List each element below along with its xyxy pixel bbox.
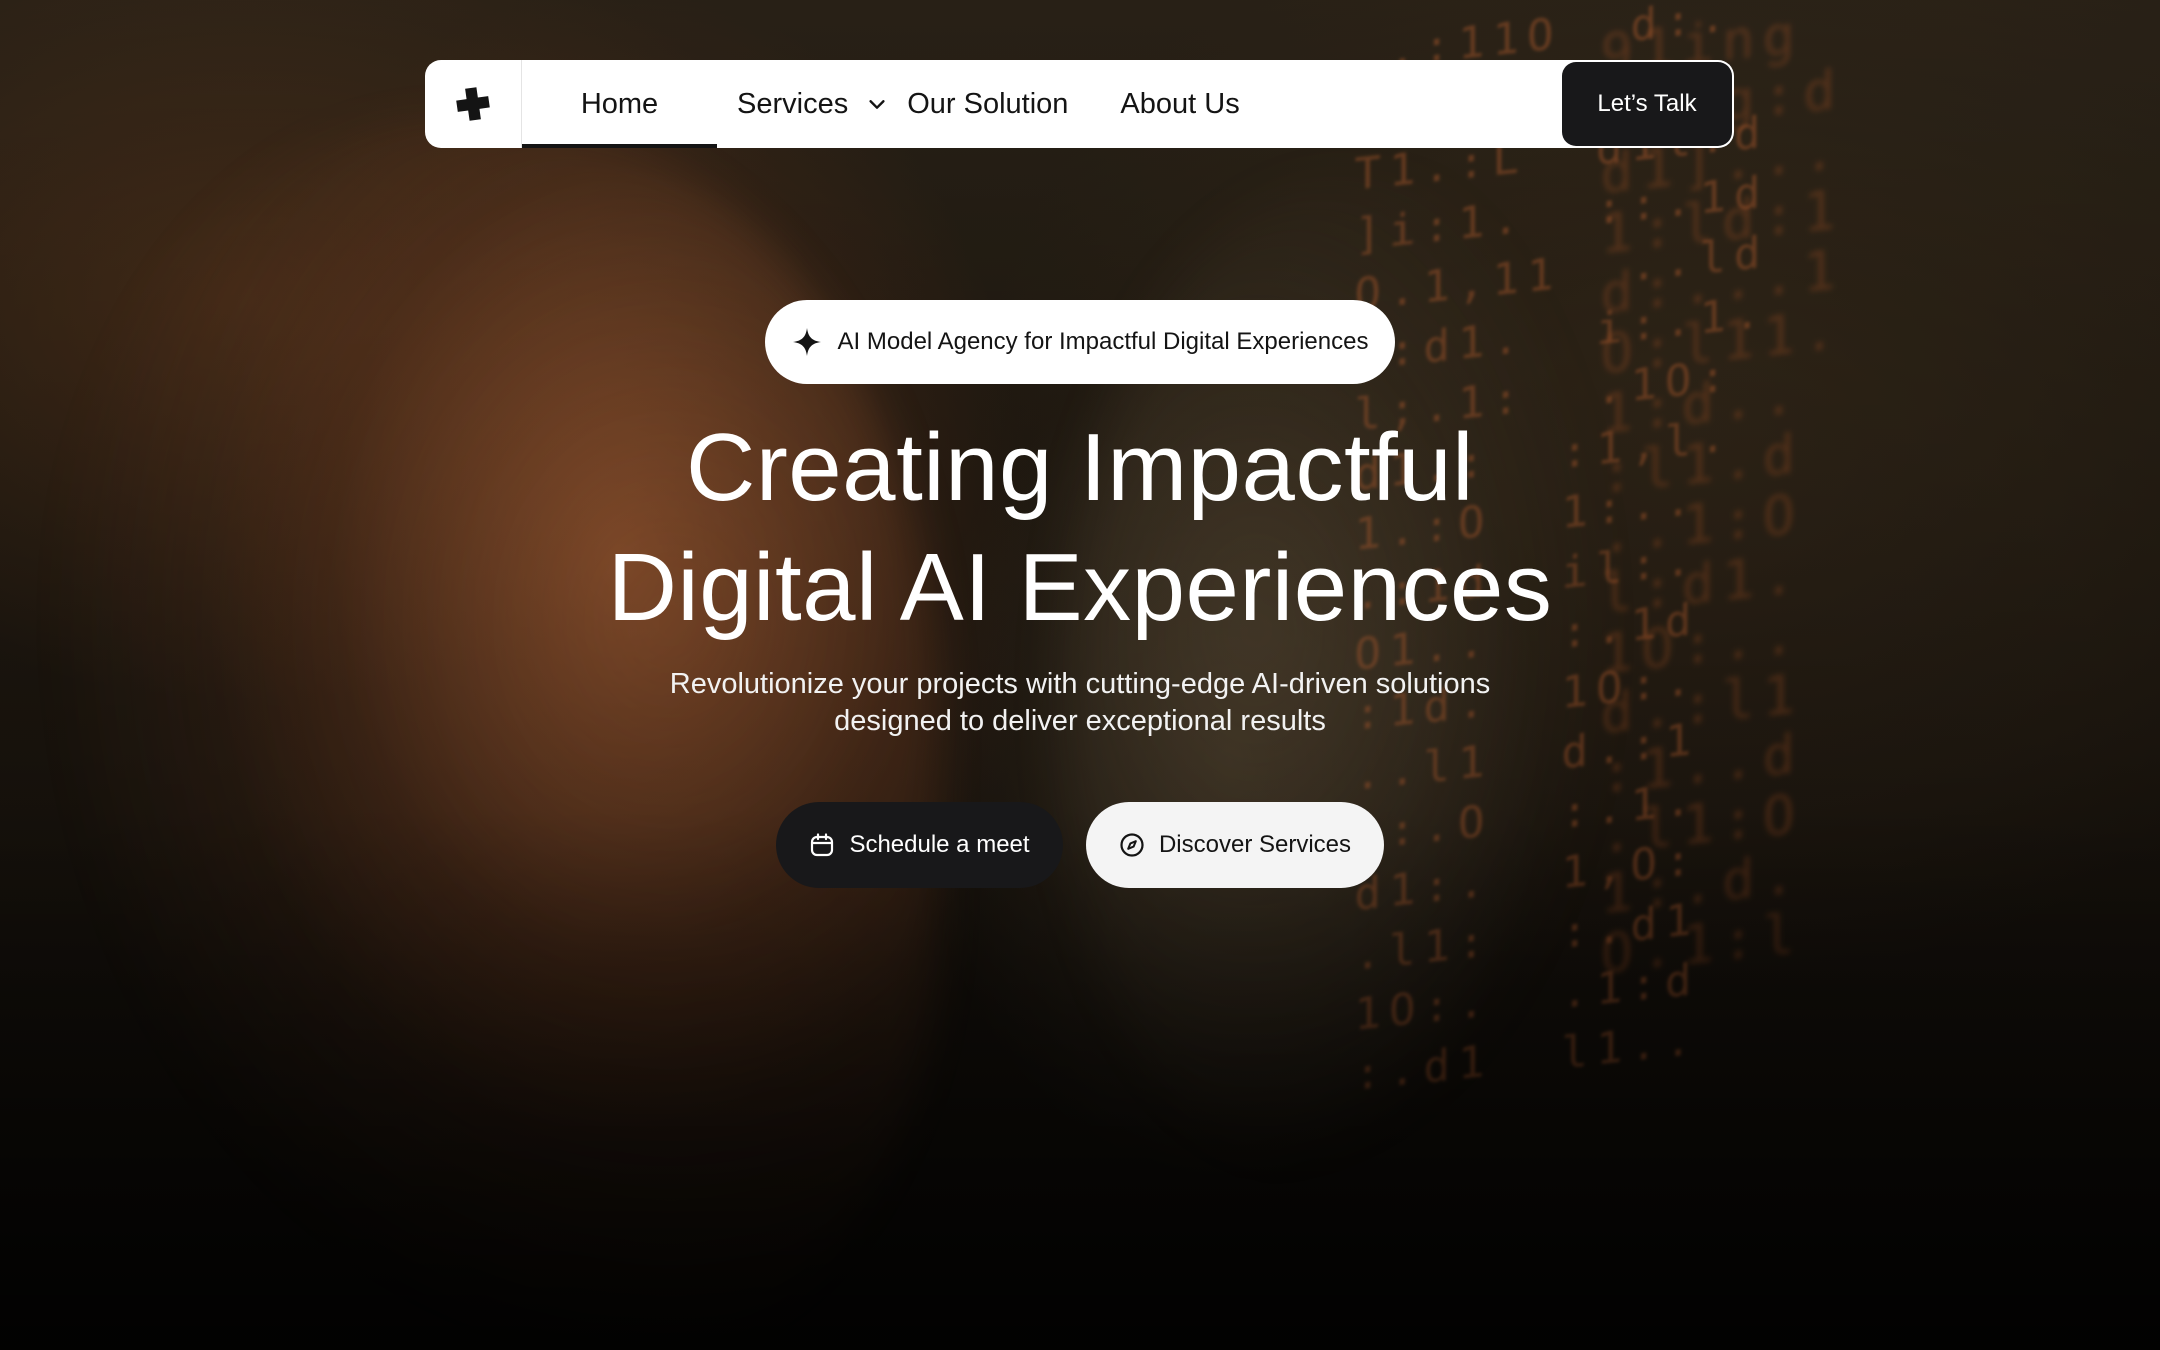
hero-headline: Creating Impactful Digital AI Experience… (380, 408, 1780, 648)
hero-badge: AI Model Agency for Impactful Digital Ex… (765, 300, 1395, 384)
nav-item-our-solution-label: Our Solution (907, 87, 1069, 120)
hero-headline-line-1: Creating Impactful (685, 414, 1474, 521)
plus-logo-icon (456, 87, 490, 121)
nav-item-home[interactable]: Home (522, 60, 717, 148)
compass-icon (1120, 833, 1144, 857)
nav-item-our-solution[interactable]: Our Solution (907, 60, 1068, 148)
nav-item-home-label: Home (580, 87, 659, 120)
discover-services-label: Discover Services (1158, 831, 1352, 858)
logo[interactable] (425, 60, 522, 148)
schedule-meet-button[interactable]: Schedule a meet (776, 802, 1063, 888)
top-navbar: Home Services Our Solution About Us Let’… (425, 60, 1734, 148)
hero-subtext: Revolutionize your projects with cutting… (560, 666, 1600, 740)
nav-item-services[interactable]: Services (737, 60, 888, 148)
nav-item-about-us[interactable]: About Us (1120, 60, 1239, 148)
sparkle-icon (792, 328, 821, 356)
hero-subtext-line-2: designed to deliver exceptional results (834, 705, 1326, 737)
calendar-icon (811, 833, 834, 857)
nav-item-about-us-label: About Us (1120, 87, 1240, 120)
nav-menu: Home Services Our Solution About Us (522, 60, 1562, 148)
hero-badge-text: AI Model Agency for Impactful Digital Ex… (837, 328, 1369, 355)
chevron-down-icon (869, 100, 885, 109)
schedule-meet-label: Schedule a meet (849, 831, 1030, 858)
hero-subtext-line-1: Revolutionize your projects with cutting… (669, 668, 1491, 700)
nav-item-services-label: Services (737, 87, 849, 120)
hero-headline-line-2: Digital AI Experiences (607, 534, 1553, 641)
discover-services-button[interactable]: Discover Services (1086, 802, 1384, 888)
lets-talk-button[interactable]: Let’s Talk (1562, 62, 1732, 146)
